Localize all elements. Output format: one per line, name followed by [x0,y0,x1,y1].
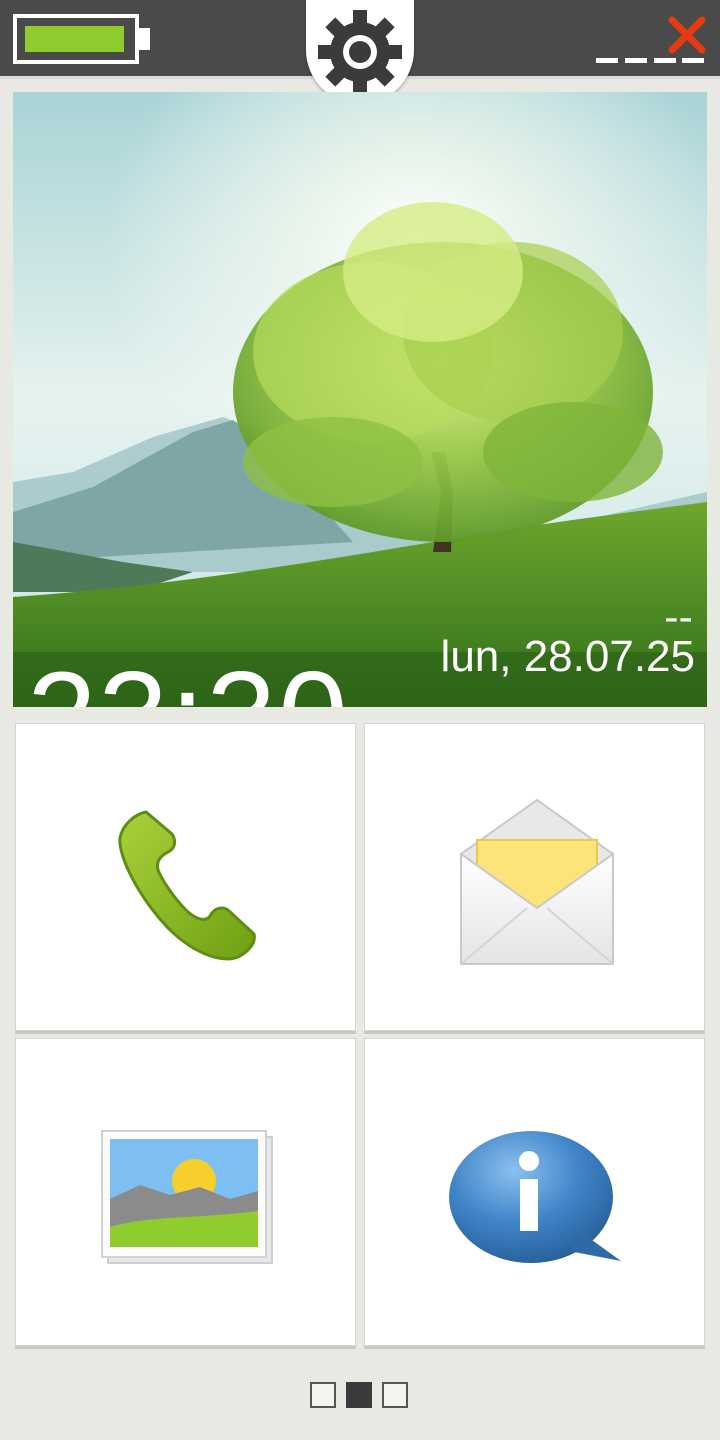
wallpaper-clock-widget[interactable]: -- 23:30 lun, 28.07.25 [13,92,707,707]
battery-icon [13,14,139,64]
messages-tile[interactable] [364,723,705,1031]
clock-date: lun, 28.07.25 [440,632,695,681]
gear-icon [318,10,402,94]
clock-time: 23:30 [27,654,350,707]
info-bubble-icon [449,1131,621,1263]
battery-tip [139,28,150,50]
page-dot-1[interactable] [310,1382,336,1408]
battery-level-fill [25,26,124,52]
settings-button[interactable] [306,0,414,104]
gallery-tile[interactable] [15,1038,356,1346]
picture-icon [101,1130,273,1264]
wallpaper-image [13,92,707,707]
close-icon[interactable] [666,14,708,56]
page-dot-3[interactable] [382,1382,408,1408]
page-dot-2[interactable] [346,1382,372,1408]
phone-tile[interactable] [15,723,356,1031]
phone-handset-icon [118,810,256,961]
info-tile[interactable] [364,1038,705,1346]
menu-dashes-icon[interactable] [596,58,706,64]
envelope-icon [460,798,614,965]
